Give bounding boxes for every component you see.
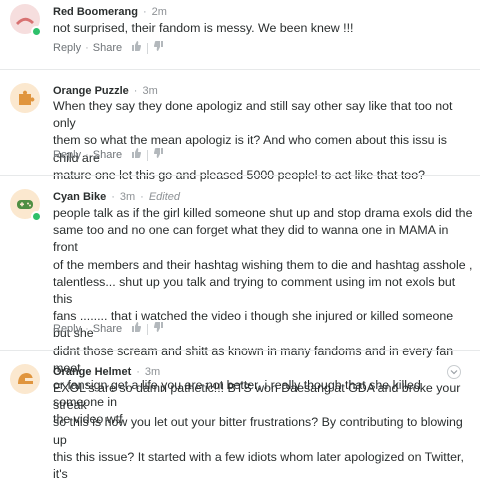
comment-text: When they say they done apologiz and sti… xyxy=(53,99,453,182)
downvote-icon[interactable] xyxy=(154,41,164,55)
comment-time[interactable]: 3m xyxy=(142,85,157,97)
online-status-dot xyxy=(31,211,42,222)
comment-header: Red Boomerang · 2m xyxy=(53,6,167,19)
edited-label: Edited xyxy=(148,191,181,203)
comment-time[interactable]: 2m xyxy=(152,6,167,18)
comment-actions: Reply · Share xyxy=(53,41,164,55)
comment-divider xyxy=(0,69,480,70)
separator-dot: · xyxy=(85,42,89,55)
upvote-icon[interactable] xyxy=(131,148,142,162)
separator-dot: · xyxy=(133,85,138,97)
vote-divider xyxy=(147,42,149,54)
comment-header: Orange Helmet · 3m xyxy=(53,366,160,379)
comment-divider xyxy=(0,175,480,176)
comment-author[interactable]: Orange Puzzle xyxy=(53,85,129,97)
comment-author[interactable]: Cyan Bike xyxy=(53,191,106,203)
puzzle-icon xyxy=(10,83,40,113)
comment-header: Cyan Bike · 3m · Edited xyxy=(53,191,180,204)
comment-actions: Reply · Share xyxy=(53,148,164,162)
separator-dot: · xyxy=(111,191,115,203)
downvote-icon[interactable] xyxy=(154,322,164,336)
comment-author[interactable]: Red Boomerang xyxy=(53,6,138,18)
comment-feed: Red Boomerang · 2m not surprised, their fa… xyxy=(0,0,480,481)
separator-dot: · xyxy=(136,366,140,378)
comment-author[interactable]: Orange Helmet xyxy=(53,366,131,378)
share-button[interactable]: Share xyxy=(93,148,122,162)
separator-dot: · xyxy=(142,6,147,18)
collapse-toggle[interactable] xyxy=(447,365,461,379)
reply-button[interactable]: Reply xyxy=(53,148,81,162)
share-button[interactable]: Share xyxy=(93,322,122,336)
separator-dot: · xyxy=(85,149,89,162)
avatar[interactable] xyxy=(10,83,40,113)
avatar[interactable] xyxy=(10,364,40,394)
comment-text: not surprised, their fandom is messy. We… xyxy=(53,21,354,35)
downvote-icon[interactable] xyxy=(154,148,164,162)
reply-button[interactable]: Reply xyxy=(53,322,81,336)
vote-divider xyxy=(147,323,149,335)
online-status-dot xyxy=(31,26,42,37)
comment-divider xyxy=(0,350,480,351)
chevron-down-icon xyxy=(450,370,458,375)
helmet-icon xyxy=(10,364,40,394)
upvote-icon[interactable] xyxy=(131,322,142,336)
vote-divider xyxy=(147,149,149,161)
comment-time[interactable]: 3m xyxy=(145,366,160,378)
comment-header: Orange Puzzle · 3m xyxy=(53,85,158,98)
upvote-icon[interactable] xyxy=(131,41,142,55)
share-button[interactable]: Share xyxy=(93,41,122,55)
reply-button[interactable]: Reply xyxy=(53,41,81,55)
separator-dot: · xyxy=(85,323,89,336)
separator-dot: · xyxy=(140,191,144,203)
comment-actions: Reply · Share xyxy=(53,322,164,336)
comment-time[interactable]: 3m xyxy=(120,191,135,203)
comment-text: EXOL's are so damn pathetic!!! BTS won D… xyxy=(53,381,464,482)
